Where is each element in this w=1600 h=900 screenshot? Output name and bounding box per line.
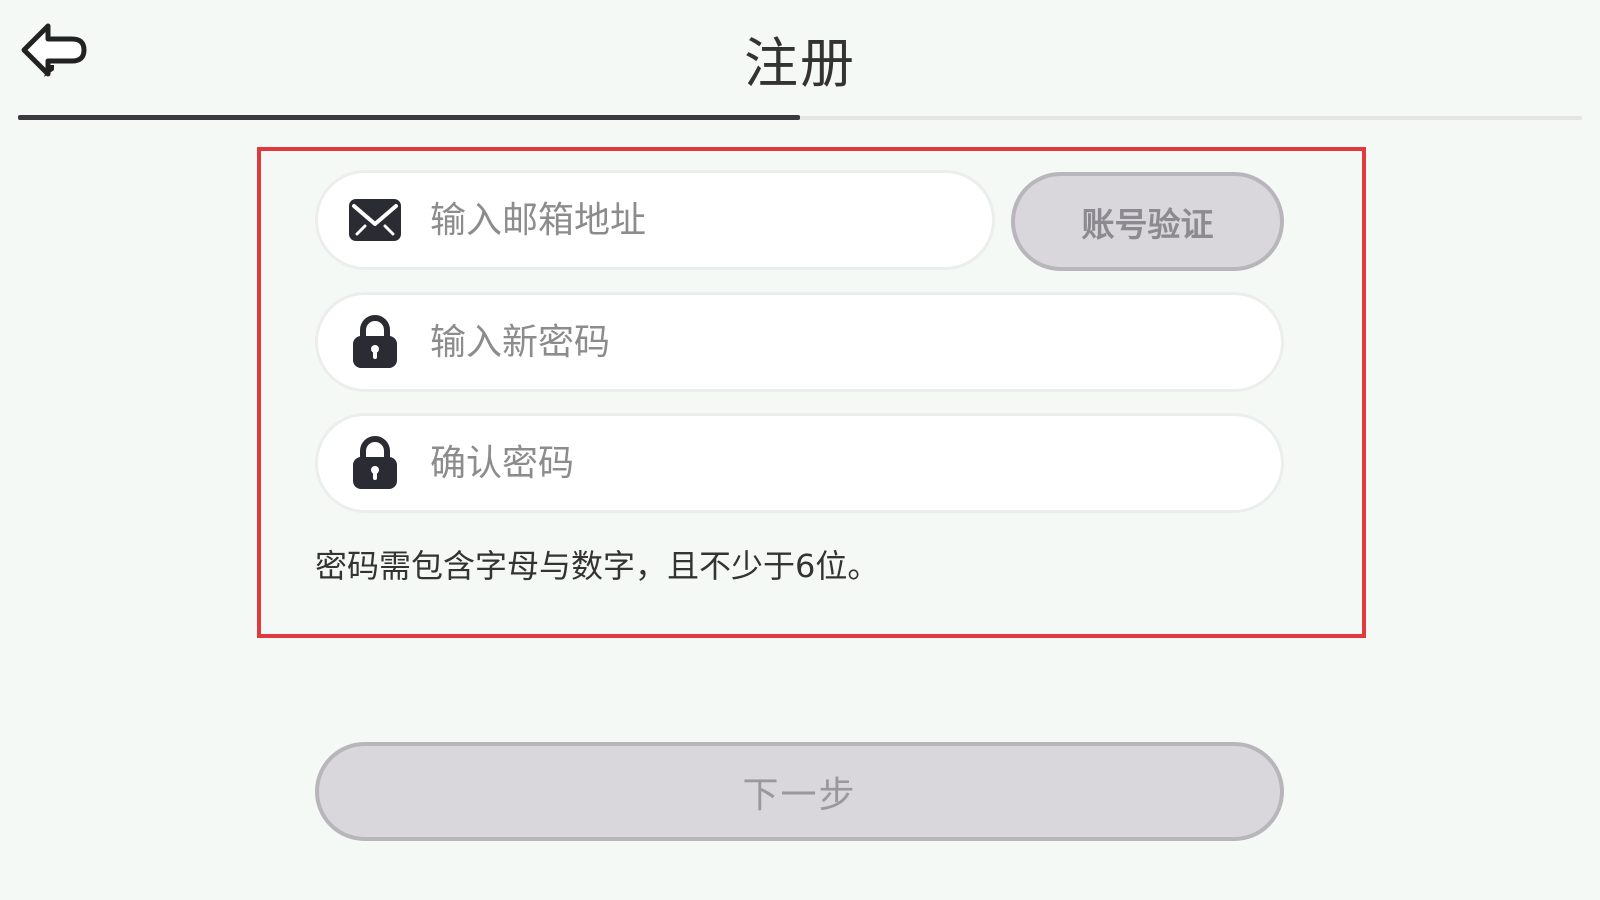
lock-icon [348,436,402,490]
confirm-password-input[interactable] [430,416,1251,510]
email-field[interactable] [315,170,995,270]
new-password-field[interactable] [315,292,1284,392]
envelope-icon [348,193,402,247]
progress-bar [18,115,1582,120]
email-input[interactable] [430,173,962,267]
next-step-button[interactable]: 下一步 [315,742,1284,841]
page-title: 注册 [744,32,856,95]
progress-bar-fill [18,115,800,120]
password-hint: 密码需包含字母与数字，且不少于6位。 [315,547,880,585]
confirm-password-field[interactable] [315,413,1284,513]
account-verify-button[interactable]: 账号验证 [1011,172,1284,271]
new-password-input[interactable] [430,295,1251,389]
lock-icon [348,315,402,369]
